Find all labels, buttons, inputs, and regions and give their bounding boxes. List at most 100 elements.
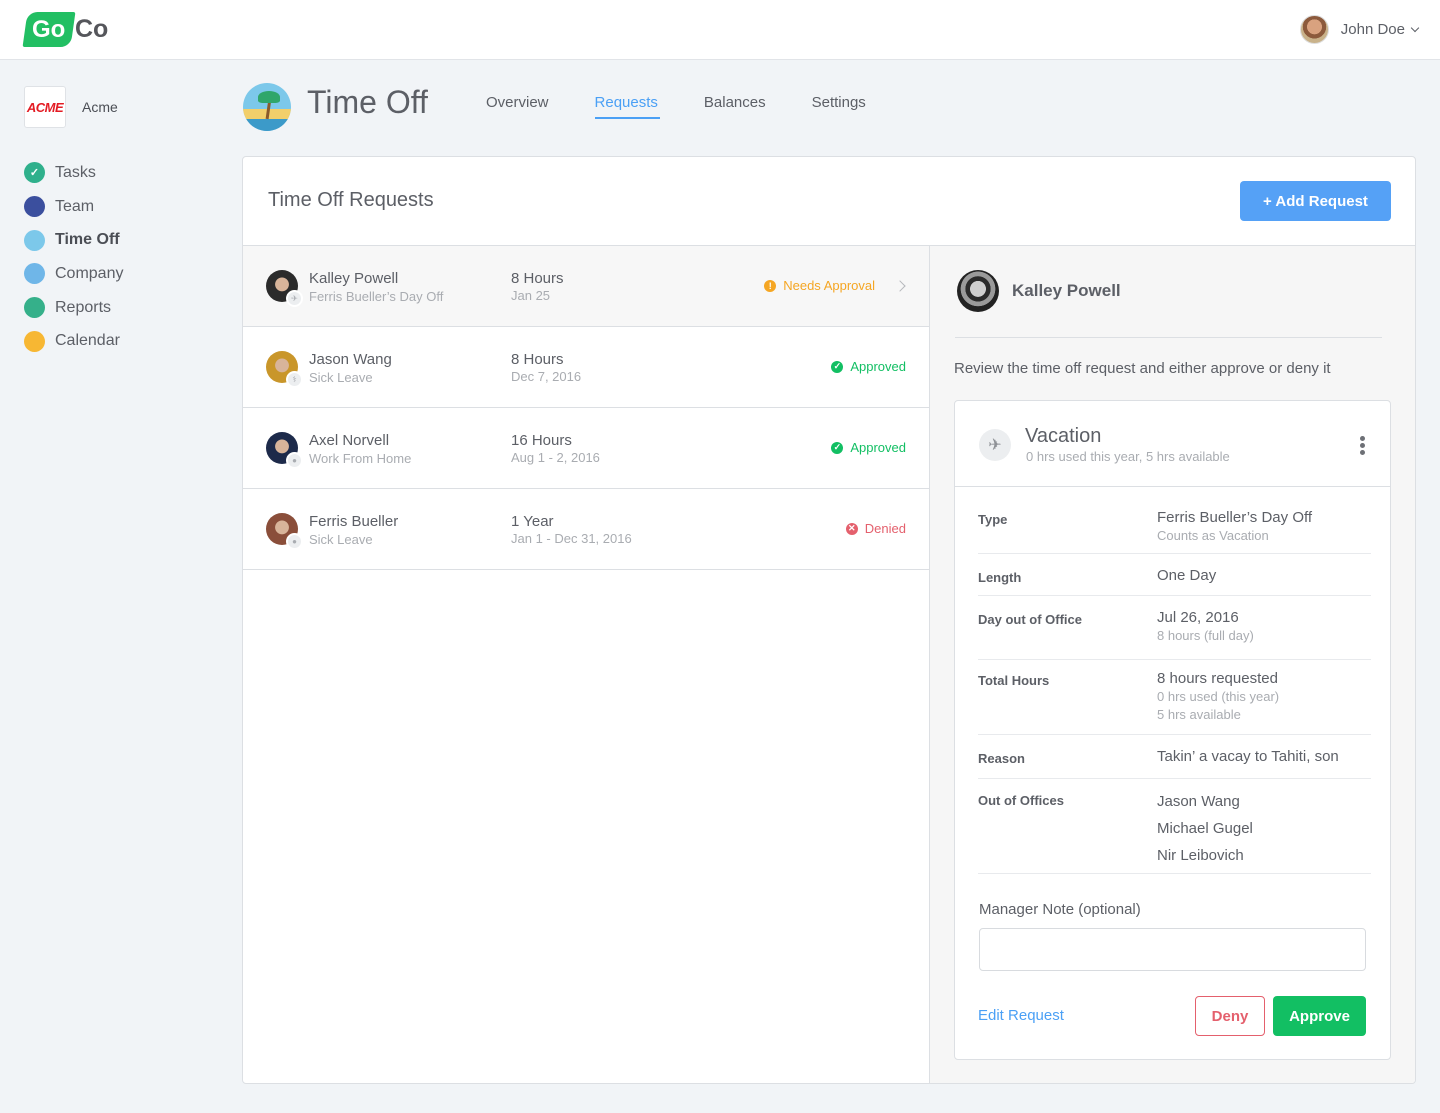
request-date: Jan 1 - Dec 31, 2016 (511, 531, 632, 546)
tabs: Overview Requests Balances Settings (486, 94, 912, 119)
request-card: ✈ Vacation 0 hrs used this year, 5 hrs a… (954, 400, 1391, 1060)
request-row[interactable]: ✈ Kalley Powell Ferris Bueller’s Day Off… (243, 246, 929, 327)
panel-header: Time Off Requests + Add Request (243, 157, 1415, 246)
field-label: Total Hours (978, 673, 1050, 688)
airplane-icon: ✈ (979, 429, 1011, 461)
company-logo: ACME (24, 86, 66, 128)
chevron-down-icon (1410, 23, 1420, 32)
employee-name: Ferris Bueller (309, 513, 399, 530)
card-subtitle: 0 hrs used this year, 5 hrs available (1026, 449, 1230, 464)
field-value: Takin’ a vacay to Tahiti, son (1157, 748, 1339, 765)
deny-button[interactable]: Deny (1195, 996, 1265, 1036)
tab-requests[interactable]: Requests (594, 94, 661, 119)
request-date: Aug 1 - 2, 2016 (511, 450, 600, 465)
status-icon: ✓ (831, 441, 844, 454)
field-label: Type (978, 512, 1008, 527)
status-badge: ✓ Approved (831, 440, 906, 455)
sidebar-nav: ✓ Tasks Team Time Off Company Reports Calendar (24, 156, 123, 358)
company-name: Acme (82, 99, 118, 115)
tab-settings[interactable]: Settings (812, 94, 866, 119)
sidebar-item-calendar[interactable]: Calendar (24, 324, 123, 358)
detail-hint: Review the time off request and either a… (954, 360, 1331, 377)
request-row[interactable]: ● Ferris Bueller Sick Leave 1 Year Jan 1… (243, 489, 929, 570)
card-title: Vacation (1025, 425, 1102, 447)
beach-icon (24, 229, 45, 251)
logo-text: Co (75, 15, 109, 43)
employee-name: Axel Norvell (309, 432, 390, 449)
status-badge: ! Needs Approval (764, 278, 875, 293)
request-amount: 8 Hours (511, 351, 564, 368)
sidebar-item-team[interactable]: Team (24, 190, 123, 224)
request-date: Dec 7, 2016 (511, 369, 582, 384)
approve-button[interactable]: Approve (1273, 996, 1366, 1036)
beach-icon (243, 83, 291, 131)
avatar (1299, 15, 1329, 44)
manager-note-label: Manager Note (optional) (979, 901, 1141, 918)
manager-note-input[interactable] (979, 928, 1366, 971)
field-subvalue: 8 hours (full day) (1157, 628, 1254, 643)
field-label: Out of Offices (978, 793, 1064, 808)
leave-type: Ferris Bueller’s Day Off (309, 289, 444, 304)
top-bar: Go Co John Doe (0, 0, 1440, 60)
field-subvalue: 5 hrs available (1157, 707, 1241, 722)
field-reason: Reason Takin’ a vacay to Tahiti, son (978, 735, 1371, 779)
user-menu[interactable]: John Doe (1299, 15, 1420, 44)
request-amount: 1 Year (511, 513, 554, 530)
user-name: John Doe (1340, 21, 1405, 38)
panel-title: Time Off Requests (268, 189, 434, 211)
request-list: ✈ Kalley Powell Ferris Bueller’s Day Off… (243, 246, 930, 1083)
field-value: Ferris Bueller’s Day Off (1157, 509, 1313, 526)
request-fields: Type Ferris Bueller’s Day Off Counts as … (978, 488, 1371, 874)
status-label: Approved (850, 359, 906, 374)
status-label: Needs Approval (783, 278, 875, 293)
report-icon (24, 297, 45, 319)
field-value: 8 hours requested (1157, 670, 1278, 687)
sidebar-item-label: Calendar (55, 332, 120, 350)
company-switcher[interactable]: ACME Acme (24, 86, 118, 128)
field-label: Length (978, 570, 1022, 585)
logo-mark: Go (22, 12, 76, 47)
page-title: Time Off (307, 84, 428, 120)
status-badge: ✓ Approved (831, 359, 906, 374)
field-out-of-offices: Out of Offices Jason Wang Michael Gugel Ni… (978, 779, 1371, 874)
tab-balances[interactable]: Balances (704, 94, 766, 119)
building-icon (24, 263, 45, 285)
check-icon: ✓ (24, 162, 45, 184)
requests-panel: Time Off Requests + Add Request ✈ Kalley… (242, 156, 1416, 1084)
leave-type-icon: ● (286, 452, 303, 469)
divider (955, 337, 1382, 338)
request-row[interactable]: ● Axel Norvell Work From Home 16 Hours A… (243, 408, 929, 489)
field-value: One Day (1157, 567, 1217, 584)
field-type: Type Ferris Bueller’s Day Off Counts as … (978, 488, 1371, 554)
leave-type-icon: ⚕ (286, 371, 303, 388)
field-value: Jul 26, 2016 (1157, 609, 1239, 626)
detail-name: Kalley Powell (1012, 281, 1121, 300)
status-label: Approved (850, 440, 906, 455)
sidebar-item-reports[interactable]: Reports (24, 291, 123, 325)
status-badge: ✕ Denied (845, 521, 906, 536)
request-row[interactable]: ⚕ Jason Wang Sick Leave 8 Hours Dec 7, 2… (243, 327, 929, 408)
leave-type: Sick Leave (309, 532, 373, 547)
sidebar-item-label: Company (55, 264, 124, 282)
field-day-out: Day out of Office Jul 26, 2016 8 hours (… (978, 596, 1371, 660)
request-date: Jan 25 (511, 288, 551, 303)
sidebar-item-time-off[interactable]: Time Off (24, 223, 123, 257)
more-options-icon[interactable] (1360, 436, 1366, 455)
team-icon (24, 196, 45, 218)
tab-overview[interactable]: Overview (486, 94, 549, 119)
edit-request-link[interactable]: Edit Request (978, 1007, 1064, 1024)
request-amount: 8 Hours (511, 270, 564, 287)
goco-logo[interactable]: Go Co (22, 12, 109, 47)
sidebar-item-label: Team (55, 197, 95, 215)
calendar-icon (24, 330, 45, 352)
field-label: Day out of Office (978, 612, 1083, 627)
sidebar-item-tasks[interactable]: ✓ Tasks (24, 156, 123, 190)
sidebar-item-label: Time Off (55, 231, 120, 249)
request-detail: Kalley Powell Review the time off reques… (930, 246, 1415, 1083)
field-label: Reason (978, 751, 1025, 766)
sidebar-item-company[interactable]: Company (24, 257, 123, 291)
add-request-button[interactable]: + Add Request (1240, 181, 1391, 221)
out-of-office-person: Michael Gugel (1157, 820, 1253, 837)
status-icon: ✕ (845, 522, 858, 535)
status-icon: ! (764, 279, 777, 292)
